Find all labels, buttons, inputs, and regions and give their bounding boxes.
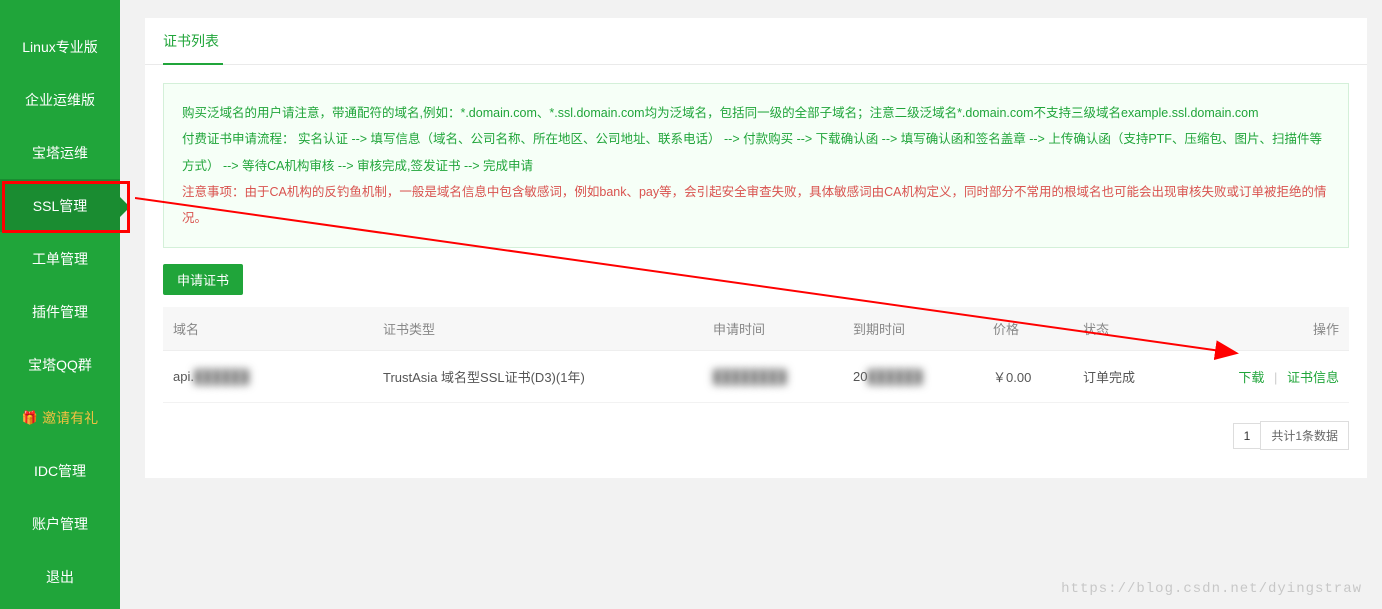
col-type: 证书类型 [373,307,703,351]
cell-price: ￥0.00 [983,351,1073,403]
notice-box: 购买泛域名的用户请注意，带通配符的域名,例如：*.domain.com、*.ss… [163,83,1349,248]
sidebar-item-bt-ops[interactable]: 宝塔运维 [0,126,120,179]
sidebar: Linux专业版 企业运维版 宝塔运维 SSL管理 工单管理 插件管理 宝塔QQ… [0,0,120,609]
col-price: 价格 [983,307,1073,351]
sidebar-item-account[interactable]: 账户管理 [0,497,120,550]
cell-status: 订单完成 [1073,351,1209,403]
table-row: api.██████ TrustAsia 域名型SSL证书(D3)(1年) ██… [163,351,1349,403]
notice-warning: 注意事项：由于CA机构的反钓鱼机制，一般是域名信息中包含敏感词，例如bank、p… [182,179,1330,232]
notice-line2: 付费证书申请流程： 实名认证 --> 填写信息（域名、公司名称、所在地区、公司地… [182,126,1330,179]
apply-cert-button[interactable]: 申请证书 [163,264,243,295]
download-link[interactable]: 下载 [1238,370,1264,385]
col-apply-time: 申请时间 [703,307,843,351]
col-domain: 域名 [163,307,373,351]
col-ops: 操作 [1209,307,1349,351]
pagination: 1共计1条数据 [1234,421,1349,450]
page-title: 证书列表 [145,18,1367,65]
page-number[interactable]: 1 [1233,423,1262,449]
cert-info-link[interactable]: 证书信息 [1287,370,1339,385]
sidebar-item-idc[interactable]: IDC管理 [0,444,120,497]
sidebar-item-qq[interactable]: 宝塔QQ群 [0,338,120,391]
sidebar-item-ssl[interactable]: SSL管理 [0,179,120,232]
main-content: 证书列表 购买泛域名的用户请注意，带通配符的域名,例如：*.domain.com… [120,0,1382,609]
cell-ops: 下载 | 证书信息 [1209,351,1349,403]
page-total: 共计1条数据 [1260,421,1349,450]
sidebar-item-linux-pro[interactable]: Linux专业版 [0,20,120,73]
sidebar-active-pointer [120,197,130,217]
cell-expire-time: 20██████ [843,351,983,403]
cell-apply-time: ████████ [703,351,843,403]
cell-type: TrustAsia 域名型SSL证书(D3)(1年) [373,351,703,403]
cell-domain: api.██████ [163,351,373,403]
sidebar-item-plugins[interactable]: 插件管理 [0,285,120,338]
cert-table: 域名 证书类型 申请时间 到期时间 价格 状态 操作 api.██████ [163,307,1349,403]
sidebar-item-enterprise[interactable]: 企业运维版 [0,73,120,126]
sidebar-item-tickets[interactable]: 工单管理 [0,232,120,285]
sidebar-item-invite[interactable]: 邀请有礼 [0,391,120,444]
notice-line1: 购买泛域名的用户请注意，带通配符的域名,例如：*.domain.com、*.ss… [182,100,1330,126]
sidebar-item-logout[interactable]: 退出 [0,550,120,603]
col-status: 状态 [1073,307,1209,351]
col-expire-time: 到期时间 [843,307,983,351]
